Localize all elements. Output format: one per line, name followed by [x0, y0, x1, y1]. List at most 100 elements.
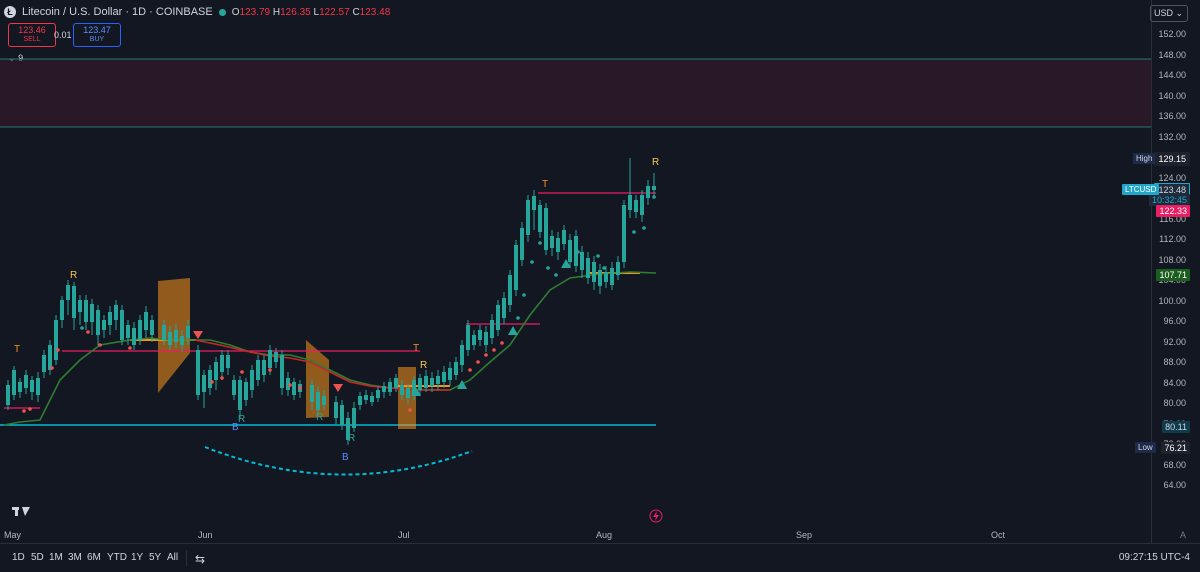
candle-body — [196, 350, 200, 395]
signal-dot — [268, 368, 272, 372]
candle-body — [24, 375, 28, 388]
candle-body — [556, 238, 560, 252]
candle-body — [120, 310, 124, 340]
low-tag: Low — [1135, 442, 1156, 453]
price-tick: 124.00 — [1158, 172, 1186, 183]
timeframe-5y[interactable]: 5Y — [149, 552, 161, 563]
candle-body — [454, 362, 458, 375]
signal-dot — [86, 330, 90, 334]
candle-body — [96, 310, 100, 335]
timeframe-1d[interactable]: 1D — [12, 552, 25, 563]
candle-body — [42, 355, 46, 372]
candle-body — [132, 328, 136, 345]
month-label: Jun — [198, 530, 213, 540]
timeframe-ytd[interactable]: YTD — [107, 552, 127, 563]
timeframe-5d[interactable]: 5D — [31, 552, 44, 563]
signal-dot — [298, 386, 302, 390]
clock-label[interactable]: 09:27:15 UTC-4 — [1119, 552, 1190, 563]
auto-scale-button[interactable]: A — [1180, 530, 1186, 540]
marker-r: R — [238, 414, 245, 425]
timeframe-all[interactable]: All — [167, 552, 178, 563]
rounding-bottom-arc — [204, 446, 473, 476]
candle-body — [72, 286, 76, 318]
candle-body — [138, 320, 142, 340]
sell-triangle-icon — [193, 331, 203, 339]
candle-body — [268, 350, 272, 368]
candle-body — [448, 368, 452, 380]
month-label: Oct — [991, 530, 1006, 540]
price-tick: 92.00 — [1163, 336, 1186, 347]
candle-body — [244, 382, 248, 400]
signal-dot — [642, 226, 646, 230]
candle-body — [144, 312, 148, 330]
signal-dot — [98, 343, 102, 347]
candle-body — [604, 272, 608, 282]
candle-body — [358, 396, 362, 405]
signal-dot — [22, 409, 26, 413]
candle-body — [610, 268, 614, 285]
candle-body — [388, 382, 392, 392]
green-trail-line — [3, 271, 657, 426]
candle-body — [628, 195, 632, 210]
candle-body — [256, 360, 260, 380]
signal-dot — [576, 250, 580, 254]
candle-body — [394, 378, 398, 388]
signal-dot — [128, 346, 132, 350]
marker-r: R — [348, 433, 355, 444]
timeframe-1m[interactable]: 1M — [49, 552, 63, 563]
toolbar-divider — [186, 550, 187, 566]
candle-body — [180, 336, 184, 345]
candle-body — [90, 304, 94, 322]
signal-dot — [56, 348, 60, 352]
candle-body — [586, 258, 590, 278]
candle-body — [220, 355, 224, 372]
candle-body — [406, 388, 410, 398]
candle-body — [622, 205, 626, 262]
high-tag: High — [1133, 153, 1156, 164]
candle-body — [352, 408, 356, 428]
marker-r: R — [420, 360, 427, 371]
signal-dot — [538, 241, 542, 245]
candle-body — [466, 325, 470, 350]
red-level-label: 122.33 — [1156, 205, 1190, 217]
signal-dot — [220, 376, 224, 380]
candle-body — [370, 396, 374, 402]
timeframe-1y[interactable]: 1Y — [131, 552, 143, 563]
candle-body — [418, 378, 422, 390]
price-chart[interactable]: T R R B R R B T R T R — [0, 0, 1152, 543]
candle-body — [376, 390, 380, 398]
currency-select[interactable]: USD ⌄ — [1150, 5, 1188, 22]
candle-body — [238, 380, 242, 410]
candle-body — [36, 378, 40, 395]
price-tick: 64.00 — [1163, 480, 1186, 490]
candle-body — [174, 330, 178, 342]
candle-body — [592, 262, 596, 282]
signal-dot — [652, 195, 656, 199]
candle-body — [6, 385, 10, 405]
timeframe-6m[interactable]: 6M — [87, 552, 101, 563]
candle-body — [364, 395, 368, 400]
candle-body — [484, 332, 488, 345]
candle-body — [108, 312, 112, 325]
candle-body — [478, 330, 482, 340]
symbol-tag: LTCUSD — [1122, 184, 1160, 195]
calendar-range-icon[interactable]: ⇆ — [195, 552, 205, 566]
price-tick: 88.00 — [1163, 357, 1186, 367]
candle-body — [520, 228, 524, 260]
timeframe-3m[interactable]: 3M — [68, 552, 82, 563]
candle-body — [508, 275, 512, 305]
price-tick: 80.00 — [1163, 398, 1186, 408]
signal-dot — [50, 366, 54, 370]
candle-body — [538, 205, 542, 232]
price-axis[interactable]: USD ⌄ 152.00 148.00 144.00 140.00 136.00 132.… — [1148, 0, 1200, 543]
month-label: May — [4, 530, 22, 540]
signal-dot — [554, 273, 558, 277]
candle-body — [250, 370, 254, 390]
sell-triangle-icon — [333, 384, 343, 392]
candle-body — [30, 380, 34, 392]
signal-dot — [408, 408, 412, 412]
candle-body — [640, 195, 644, 215]
signal-dot — [492, 348, 496, 352]
candle-body — [280, 355, 284, 388]
signal-dot — [210, 380, 214, 384]
